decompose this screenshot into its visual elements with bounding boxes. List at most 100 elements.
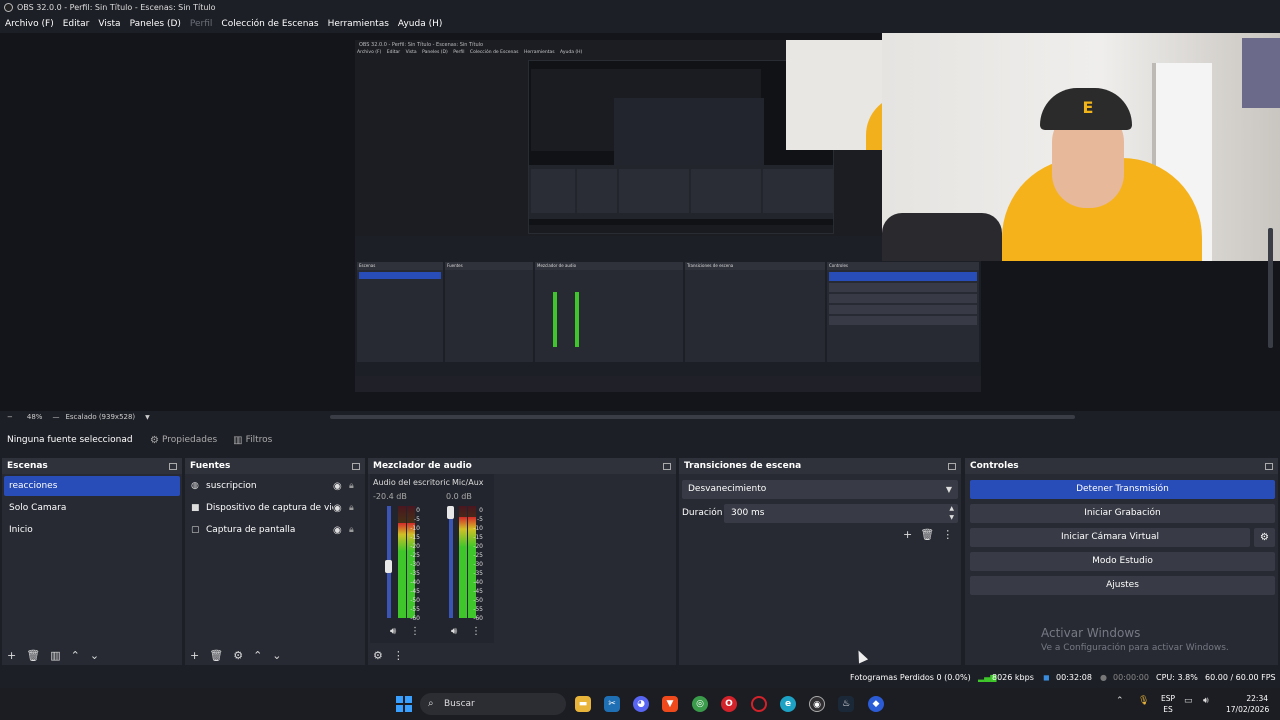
duration-value: 300 ms <box>731 508 765 518</box>
menu-editar[interactable]: Editar <box>63 19 90 29</box>
virtual-camera-settings-gear-icon[interactable]: ⚙ <box>1254 528 1275 547</box>
scene-item-reacciones[interactable]: reacciones <box>4 476 180 496</box>
menu-coleccion-escenas[interactable]: Colección de Escenas <box>221 19 318 29</box>
scene-filters-icon[interactable]: ▥ <box>50 649 60 662</box>
zoom-in-icon[interactable]: — <box>52 413 59 421</box>
scenes-toolbar: + 🗑 ▥ ⌃ ⌄ <box>2 645 182 665</box>
menu-herramientas[interactable]: Herramientas <box>328 19 389 29</box>
move-down-icon[interactable]: ⌄ <box>90 649 99 662</box>
dock-undock-icon[interactable] <box>1265 462 1273 470</box>
brave-browser-icon[interactable]: ▼ <box>662 696 678 712</box>
steam-icon[interactable]: ♨ <box>838 696 854 712</box>
mixer-menu-icon[interactable]: ⋮ <box>393 649 404 662</box>
volume-fader-handle[interactable] <box>447 506 454 519</box>
channel-menu-icon[interactable]: ⋮ <box>410 626 420 637</box>
dropped-frames: Fotogramas Perdidos 0 (0.0%) <box>850 673 971 682</box>
dock-undock-icon[interactable] <box>663 462 671 470</box>
visibility-eye-icon[interactable]: ◉ <box>333 525 349 536</box>
inner-menu-item: Colección de Escenas <box>469 50 519 55</box>
inner-window-title: OBS 32.0.0 - Perfil: Sin Título - Escena… <box>359 42 484 48</box>
scene-item-solo-camara[interactable]: Solo Camara <box>4 498 180 518</box>
opera-icon[interactable]: O <box>721 696 737 712</box>
windows-start-icon[interactable] <box>396 696 412 712</box>
volume-fader-handle[interactable] <box>385 560 392 574</box>
filters-button[interactable]: ▥ Filtros <box>233 435 272 446</box>
visibility-eye-icon[interactable]: ◉ <box>333 503 349 514</box>
scene-item-inicio[interactable]: Inicio <box>4 520 180 540</box>
microphone-icon[interactable]: 🎙︎ <box>1138 696 1149 706</box>
edge-icon[interactable]: e <box>780 696 796 712</box>
add-source-icon[interactable]: + <box>190 649 199 662</box>
network-icon[interactable]: ▭ <box>1184 696 1193 706</box>
app-taskbar-icon[interactable]: ◆ <box>868 696 884 712</box>
speaker-icon[interactable]: 🔊︎ <box>451 626 457 637</box>
transition-toolbar: + 🗑 ⋮ <box>903 528 961 541</box>
opera-gx-icon[interactable] <box>751 696 767 712</box>
scaling-dropdown-icon[interactable]: ▼ <box>145 414 150 421</box>
menu-perfil[interactable]: Perfil <box>190 19 213 29</box>
move-up-icon[interactable]: ⌃ <box>71 649 80 662</box>
inner-menu-item: Vista <box>405 50 417 55</box>
volume-fader[interactable] <box>449 506 453 618</box>
spin-arrows-icon[interactable]: ▲ ▼ <box>949 504 954 522</box>
lock-icon[interactable]: 🔒︎ <box>349 503 363 513</box>
inner-dock-title: Escenas <box>357 262 443 270</box>
advanced-audio-icon[interactable]: ⚙ <box>373 649 383 662</box>
obs-status-bar: Fotogramas Perdidos 0 (0.0%) ▂▄▆ 8026 kb… <box>0 668 1280 688</box>
taskbar-clock[interactable]: 22:34 17/02/2026 <box>1226 693 1269 715</box>
menu-archivo[interactable]: Archivo (F) <box>5 19 54 29</box>
source-item-camera[interactable]: ■ Dispositivo de captura de vide ◉ 🔒︎ <box>187 498 363 518</box>
remove-source-icon[interactable]: 🗑 <box>209 649 223 662</box>
transition-select[interactable]: Desvanecimiento ▼ <box>682 480 958 499</box>
lock-icon[interactable]: 🔒︎ <box>349 525 363 535</box>
source-item-screen-capture[interactable]: ▢ Captura de pantalla ◉ 🔒︎ <box>187 520 363 540</box>
taskbar-search[interactable]: ⌕ Buscar <box>420 693 566 715</box>
chrome-icon[interactable]: ◎ <box>692 696 708 712</box>
db-tick-label: -25 <box>473 552 483 559</box>
visibility-eye-icon[interactable]: ◉ <box>333 481 349 492</box>
remove-scene-icon[interactable]: 🗑 <box>26 649 40 662</box>
obs-taskbar-icon[interactable]: ◉ <box>809 696 825 712</box>
bitrate: 8026 kbps <box>992 673 1034 682</box>
add-scene-icon[interactable]: + <box>7 649 16 662</box>
input-language[interactable]: ESP ES <box>1161 693 1175 715</box>
scaling-mode[interactable]: Escalado (939x528) <box>65 413 135 421</box>
preview-vertical-scrollbar[interactable] <box>1268 228 1273 348</box>
settings-button[interactable]: Ajustes <box>970 576 1275 595</box>
stop-streaming-button[interactable]: Detener Transmisión <box>970 480 1275 499</box>
file-explorer-icon[interactable]: ▬ <box>575 696 591 712</box>
remove-transition-icon[interactable]: 🗑 <box>920 528 934 541</box>
tray-overflow-icon[interactable]: ⌃ <box>1116 696 1124 706</box>
discord-icon[interactable]: ◕ <box>633 696 649 712</box>
zoom-out-icon[interactable]: − <box>7 413 13 421</box>
move-down-icon[interactable]: ⌄ <box>272 649 281 662</box>
start-virtual-camera-button[interactable]: Iniciar Cámara Virtual <box>970 528 1250 547</box>
obs-logo-icon <box>4 3 13 12</box>
dock-undock-icon[interactable] <box>948 462 956 470</box>
properties-button[interactable]: ⚙ Propiedades <box>150 435 217 446</box>
menu-vista[interactable]: Vista <box>98 19 120 29</box>
duration-input[interactable]: 300 ms ▲ ▼ <box>724 504 958 523</box>
volume-icon[interactable]: 🔊︎ <box>1203 696 1209 706</box>
db-tick-label: -50 <box>410 597 420 604</box>
menu-paneles[interactable]: Paneles (D) <box>130 19 181 29</box>
move-up-icon[interactable]: ⌃ <box>253 649 262 662</box>
studio-mode-button[interactable]: Modo Estudio <box>970 552 1275 571</box>
dock-undock-icon[interactable] <box>169 462 177 470</box>
speaker-icon[interactable]: 🔊︎ <box>390 626 396 637</box>
source-item-suscripcion[interactable]: ◍ suscripcion ◉ 🔒︎ <box>187 476 363 496</box>
menu-ayuda[interactable]: Ayuda (H) <box>398 19 442 29</box>
add-transition-icon[interactable]: + <box>903 528 912 541</box>
preview-horizontal-scrollbar[interactable] <box>330 415 1075 419</box>
start-recording-button[interactable]: Iniciar Grabación <box>970 504 1275 523</box>
lock-icon[interactable]: 🔒︎ <box>349 481 363 491</box>
cap-logo-icon: E <box>1082 98 1094 117</box>
channel-menu-icon[interactable]: ⋮ <box>471 626 481 637</box>
snipping-tool-icon[interactable]: ✂ <box>604 696 620 712</box>
dock-undock-icon[interactable] <box>352 462 360 470</box>
preview-canvas[interactable]: OBS 32.0.0 - Perfil: Sin Título - Escena… <box>0 33 1280 411</box>
db-tick-label: -40 <box>473 579 483 586</box>
nested-taskbar <box>529 225 833 233</box>
source-properties-icon[interactable]: ⚙ <box>233 649 243 662</box>
transition-menu-icon[interactable]: ⋮ <box>942 528 953 541</box>
